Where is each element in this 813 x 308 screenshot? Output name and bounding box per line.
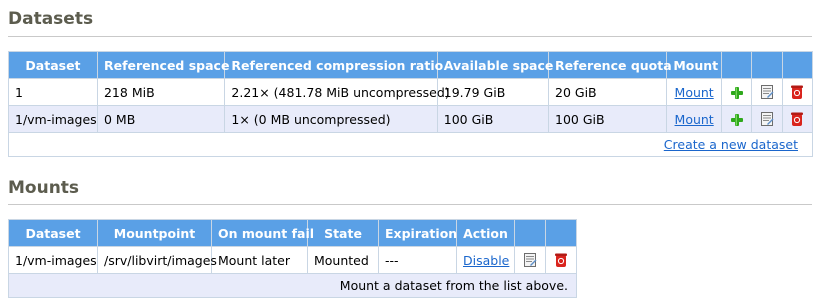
disable-link[interactable]: Disable [463,253,509,268]
col-add [720,51,753,79]
mounts-header-row: Dataset Mountpoint On mount fail State E… [8,219,577,247]
plus-icon[interactable] [730,113,744,127]
edit-cell [514,246,546,274]
mounts-table: Dataset Mountpoint On mount fail State E… [8,219,577,298]
dataset-cell: 1/vm-images [8,105,98,133]
dataset-cell: 1/vm-images [8,246,98,274]
col-edit [514,219,546,247]
reference-quota-cell: 20 GiB [548,78,668,106]
trash-icon[interactable] [790,84,804,100]
col-edit [751,51,783,79]
delete-cell [545,246,577,274]
col-available-space: Available space [436,51,553,79]
edit-cell [751,105,783,133]
datasets-table: Dataset Referenced space Referenced comp… [8,51,813,157]
available-space-cell: 100 GiB [436,105,550,133]
on-mount-fail-cell: Mount later [211,246,308,274]
datasets-footer: Create a new dataset [8,132,813,157]
edit-document-icon[interactable] [523,252,537,268]
col-reference-quota: Reference quota [548,51,672,79]
col-on-mount-fail: On mount fail [211,219,314,247]
col-delete [781,51,813,79]
referenced-space-cell: 218 MiB [96,78,226,106]
action-cell: Disable [456,246,515,274]
datasets-footer-row: Create a new dataset [8,132,813,157]
edit-cell [751,78,783,106]
col-expiration: Expiration [378,219,457,247]
col-mount: Mount [666,51,722,79]
col-action: Action [456,219,515,247]
state-cell: Mounted [307,246,379,274]
plus-icon[interactable] [730,86,744,100]
datasets-title: Datasets [8,9,94,29]
col-compression-ratio: Referenced compression ratio [224,51,443,79]
compression-ratio-cell: 2.21× (481.78 MiB uncompressed) [224,78,450,106]
table-row: 1/vm-images 0 MB 1× (0 MB uncompressed) … [8,105,813,133]
add-cell [720,78,753,106]
col-dataset: Dataset [8,51,98,79]
delete-cell [781,78,813,106]
col-referenced-space: Referenced space [96,51,229,79]
edit-document-icon[interactable] [760,111,774,127]
edit-document-icon[interactable] [760,84,774,100]
trash-icon[interactable] [790,111,804,127]
col-mountpoint: Mountpoint [97,219,212,247]
create-dataset-link[interactable]: Create a new dataset [664,137,798,152]
mount-link[interactable]: Mount [675,112,714,127]
mount-link[interactable]: Mount [675,85,714,100]
col-delete [545,219,577,247]
trash-icon[interactable] [554,252,568,268]
page: Datasets Dataset Referenced space Refere… [0,0,813,308]
mount-cell: Mount [666,105,722,133]
compression-ratio-cell: 1× (0 MB uncompressed) [224,105,438,133]
expiration-cell: --- [378,246,457,274]
referenced-space-cell: 0 MB [96,105,226,133]
mount-cell: Mount [666,78,722,106]
available-space-cell: 19.79 GiB [436,78,550,106]
reference-quota-cell: 100 GiB [548,105,668,133]
mounts-divider [8,204,812,205]
mounts-footer: Mount a dataset from the list above. [8,273,577,298]
table-row: 1 218 MiB 2.21× (481.78 MiB uncompressed… [8,78,813,106]
add-cell [720,105,753,133]
dataset-cell: 1 [8,78,98,106]
table-row: 1/vm-images /srv/libvirt/images Mount la… [8,246,577,274]
mounts-title: Mounts [8,178,80,198]
datasets-header-row: Dataset Referenced space Referenced comp… [8,51,813,79]
mountpoint-cell: /srv/libvirt/images [97,246,217,274]
col-state: State [307,219,379,247]
mounts-footer-row: Mount a dataset from the list above. [8,273,577,298]
col-dataset: Dataset [8,219,98,247]
delete-cell [781,105,813,133]
datasets-divider [8,36,812,37]
